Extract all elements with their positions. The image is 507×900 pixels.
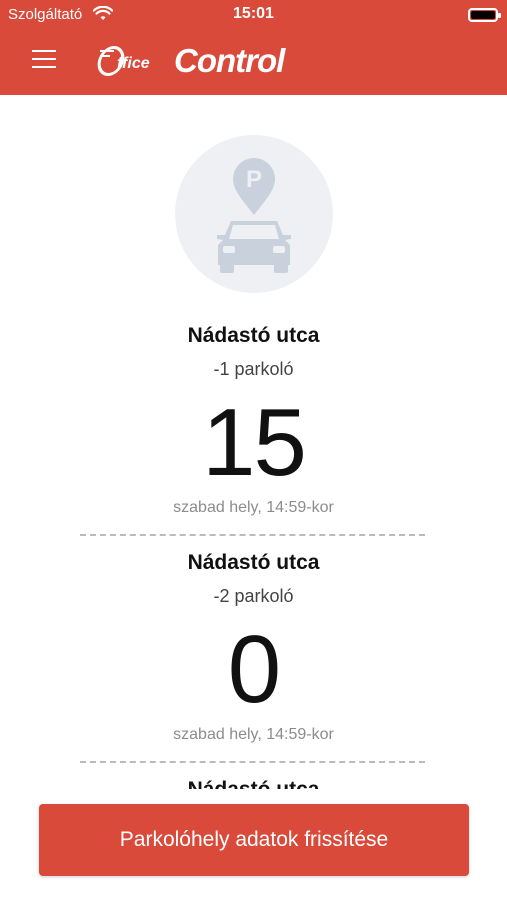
- refresh-parking-data-button[interactable]: Parkolóhely adatok frissítése: [39, 804, 469, 876]
- logo-office-text: ffice: [117, 55, 150, 72]
- battery-icon: [468, 8, 501, 22]
- parking-level: -2 parkoló: [213, 586, 294, 606]
- app-header: Szolgáltató 15:01 ffice Control: [0, 0, 507, 95]
- svg-text:P: P: [246, 166, 262, 193]
- status-bar: Szolgáltató 15:01: [0, 0, 507, 30]
- office-control-logo: ffice Control: [94, 42, 298, 80]
- free-spaces-count: 15: [202, 389, 307, 496]
- parking-level: -1 parkoló: [213, 359, 294, 379]
- refresh-button-label: Parkolóhely adatok frissítése: [119, 828, 389, 851]
- updated-time: szabad hely, 14:59-kor: [173, 726, 334, 743]
- parking-car-icon: P: [175, 135, 333, 293]
- hamburger-menu-icon[interactable]: [29, 47, 59, 71]
- free-spaces-count: 0: [227, 616, 281, 723]
- parking-location-name: Nádastó utca: [187, 551, 320, 574]
- logo-control-text: Control: [174, 42, 285, 79]
- status-time: 15:01: [233, 5, 274, 22]
- divider: [80, 534, 425, 536]
- divider: [80, 761, 425, 763]
- updated-time: szabad hely, 14:59-kor: [173, 499, 334, 516]
- parking-location-name: Nádastó utca: [187, 324, 320, 347]
- parking-location-name: Nádastó utca: [0, 778, 507, 789]
- parking-list[interactable]: P Nádastó utca -1 parkoló 15 szabad hely…: [0, 95, 507, 789]
